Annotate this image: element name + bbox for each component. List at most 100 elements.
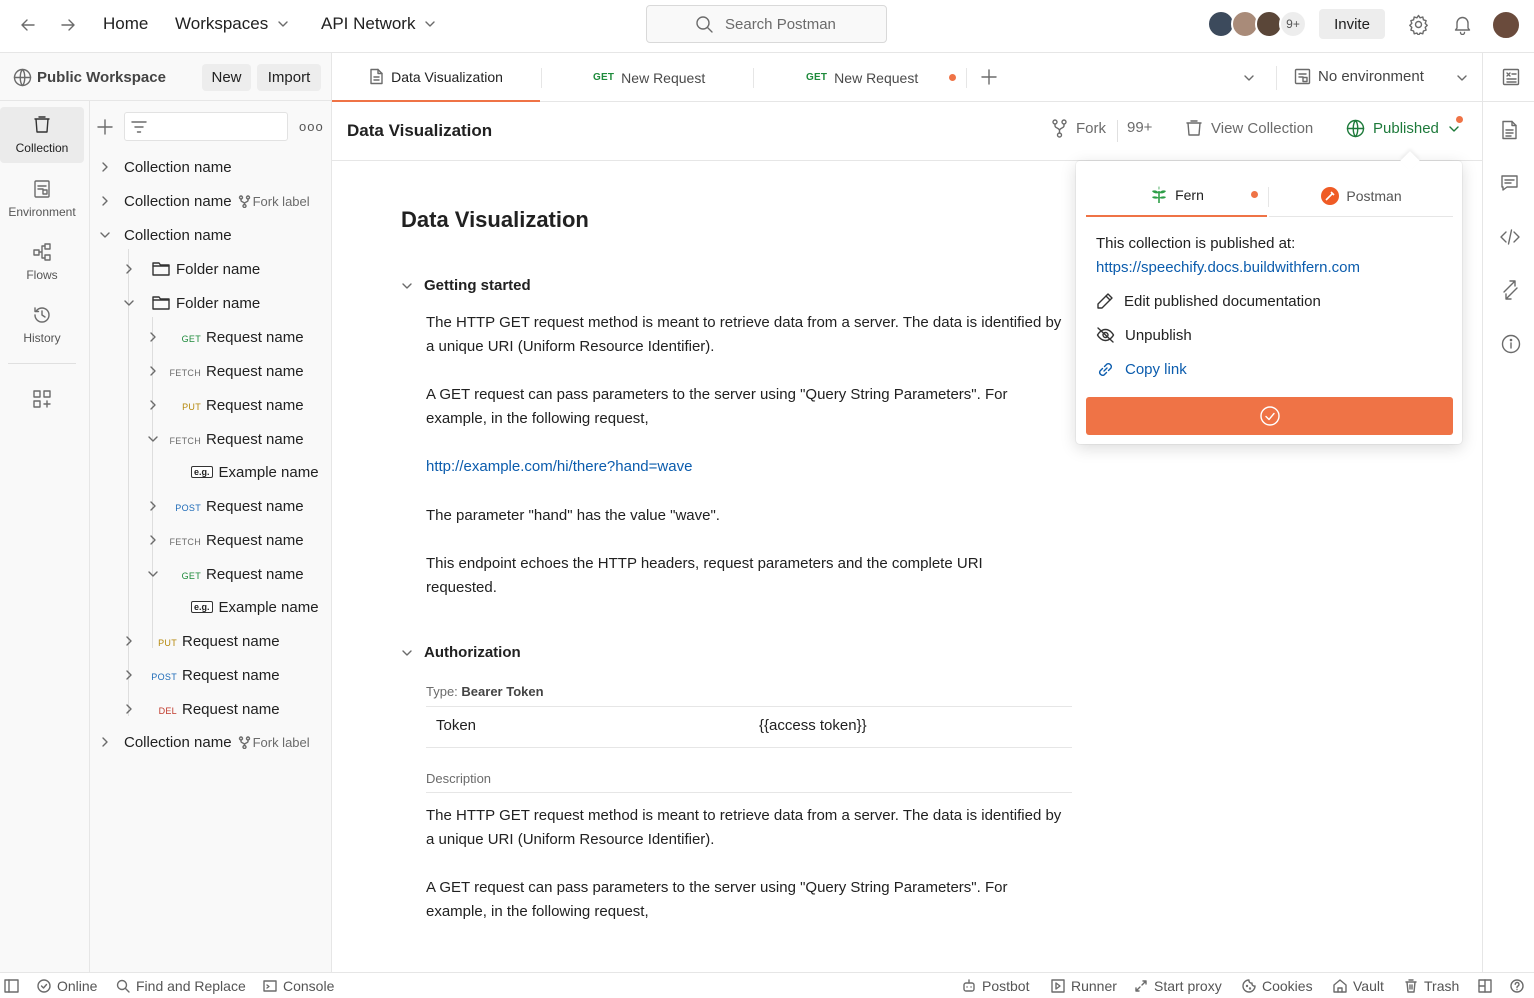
tree-row-request[interactable]: FETCH Request name [146,525,304,555]
divider [426,706,1072,707]
tree-row-request[interactable]: PUT Request name [146,390,304,420]
runner-button[interactable]: Runner [1051,978,1117,994]
help-icon[interactable] [1510,979,1524,993]
console-button[interactable]: Console [263,978,334,994]
avatar-count[interactable]: 9+ [1279,10,1307,38]
more-options-icon[interactable]: ooo [299,119,324,134]
fork-button[interactable]: Fork [1051,119,1106,138]
published-url-link[interactable]: https://speechify.docs.buildwithfern.com [1096,259,1360,276]
tree-row-request[interactable]: DEL Request name [122,694,280,724]
find-replace-button[interactable]: Find and Replace [116,978,246,994]
sidebar-item-flows[interactable]: Flows [0,234,84,290]
check-circle-icon [1259,406,1280,426]
gear-icon[interactable] [1408,14,1429,35]
page-title: Data Visualization [347,121,493,140]
view-collection-button[interactable]: View Collection [1185,119,1313,137]
forward-arrow-icon[interactable] [59,16,77,34]
document-icon [370,68,383,85]
documentation-icon[interactable] [1501,120,1518,140]
tree-row-collection[interactable]: Collection name Fork label [98,186,310,216]
cookies-button[interactable]: Cookies [1242,978,1313,994]
fork-label: Fork label [238,735,310,750]
tab-postman[interactable]: Postman [1269,175,1453,217]
tree-row-request[interactable]: FETCH Request name [146,424,304,454]
tree-row-folder[interactable]: Folder name [122,254,260,284]
section-authorization[interactable]: Authorization [400,644,521,661]
description-label: Description [426,771,492,786]
tree-row-example[interactable]: e.g. Example name [191,592,319,622]
comments-icon[interactable] [1500,174,1519,192]
plus-icon[interactable] [981,69,997,85]
online-status[interactable]: Online [37,978,97,994]
sidebar-item-environment[interactable]: Environment [0,171,84,227]
tree-row-request[interactable]: GET Request name [146,322,304,352]
tree-row-request[interactable]: FETCH Request name [146,356,304,386]
tree-row-request[interactable]: PUT Request name [122,626,280,656]
import-button[interactable]: Import [257,64,321,91]
toggle-sidebar-icon[interactable] [4,979,19,993]
configure-workbench-icon[interactable] [32,389,52,409]
trash-button[interactable]: Trash [1404,978,1459,994]
tree-row-request[interactable]: GET Request name [146,559,304,589]
chevron-right-icon [150,332,156,342]
tree-row-collection[interactable]: Collection name [98,152,232,182]
copy-link-item[interactable]: Copy link [1096,360,1187,379]
proxy-icon [1135,980,1147,992]
published-button[interactable]: Published [1346,119,1461,138]
info-icon[interactable] [1501,334,1521,354]
chevron-right-icon [126,704,132,714]
code-icon[interactable] [1500,228,1520,246]
vault-button[interactable]: Vault [1333,978,1384,994]
home-link[interactable]: Home [103,14,148,34]
section-getting-started[interactable]: Getting started [400,277,531,294]
console-icon [263,980,277,992]
example-link[interactable]: http://example.com/hi/there?hand=wave [426,455,1066,479]
invite-button[interactable]: Invite [1319,9,1385,39]
search-input[interactable]: Search Postman [646,5,887,43]
tab-divider [966,68,967,88]
tree-row-collection[interactable]: Collection name Fork label [98,727,310,757]
workspaces-menu[interactable]: Workspaces [175,14,290,34]
new-button[interactable]: New [202,64,251,91]
filter-input[interactable] [124,112,288,141]
unpublish-item[interactable]: Unpublish [1096,326,1192,344]
doc-title: Data Visualization [401,207,589,232]
fork-count[interactable]: 99+ [1127,119,1152,136]
tab-divider [753,68,754,88]
environment-select[interactable]: No environment [1294,68,1424,85]
link-icon [1099,363,1112,376]
postbot-button[interactable]: Postbot [962,978,1029,994]
plus-icon[interactable] [97,119,113,135]
tree-row-request[interactable]: POST Request name [122,660,280,690]
layout-icon[interactable] [1478,979,1492,993]
paragraph: The HTTP GET request method is meant to … [426,314,1062,355]
user-avatar[interactable] [1491,10,1521,40]
start-proxy-button[interactable]: Start proxy [1134,978,1222,994]
api-network-menu[interactable]: API Network [321,14,437,34]
tree-row-example[interactable]: e.g. Example name [191,457,319,487]
tab-new-request[interactable]: GET New Request [593,53,705,102]
bell-icon[interactable] [1453,14,1472,35]
edit-documentation-item[interactable]: Edit published documentation [1096,292,1321,310]
back-arrow-icon[interactable] [19,16,37,34]
chevron-down-icon [278,21,288,27]
confirm-button[interactable] [1086,397,1453,435]
chevron-down-icon [402,649,412,656]
chevron-down-icon[interactable] [1242,71,1256,85]
environment-quick-look-icon[interactable] [1502,68,1520,86]
tab-data-visualization[interactable]: Data Visualization [332,53,540,102]
pull-request-icon[interactable] [1501,280,1520,300]
sidebar-item-collection[interactable]: Collection [0,107,84,163]
sidebar-item-history[interactable]: History [0,297,84,353]
cookie-icon [1242,979,1256,993]
tab-bar: Data Visualization GET New Request GET N… [332,53,1534,102]
chevron-down-icon [148,436,158,442]
tree-row-request[interactable]: POST Request name [146,491,304,521]
workspace-name[interactable]: Public Workspace [37,69,166,86]
right-sidebar [1482,102,1534,972]
tab-new-request-2[interactable]: GET New Request [806,53,918,102]
tab-fern[interactable]: Fern [1086,175,1267,217]
tree-row-folder[interactable]: Folder name [122,288,260,318]
chevron-down-icon[interactable] [1455,71,1469,85]
tree-row-collection[interactable]: Collection name [98,220,232,250]
